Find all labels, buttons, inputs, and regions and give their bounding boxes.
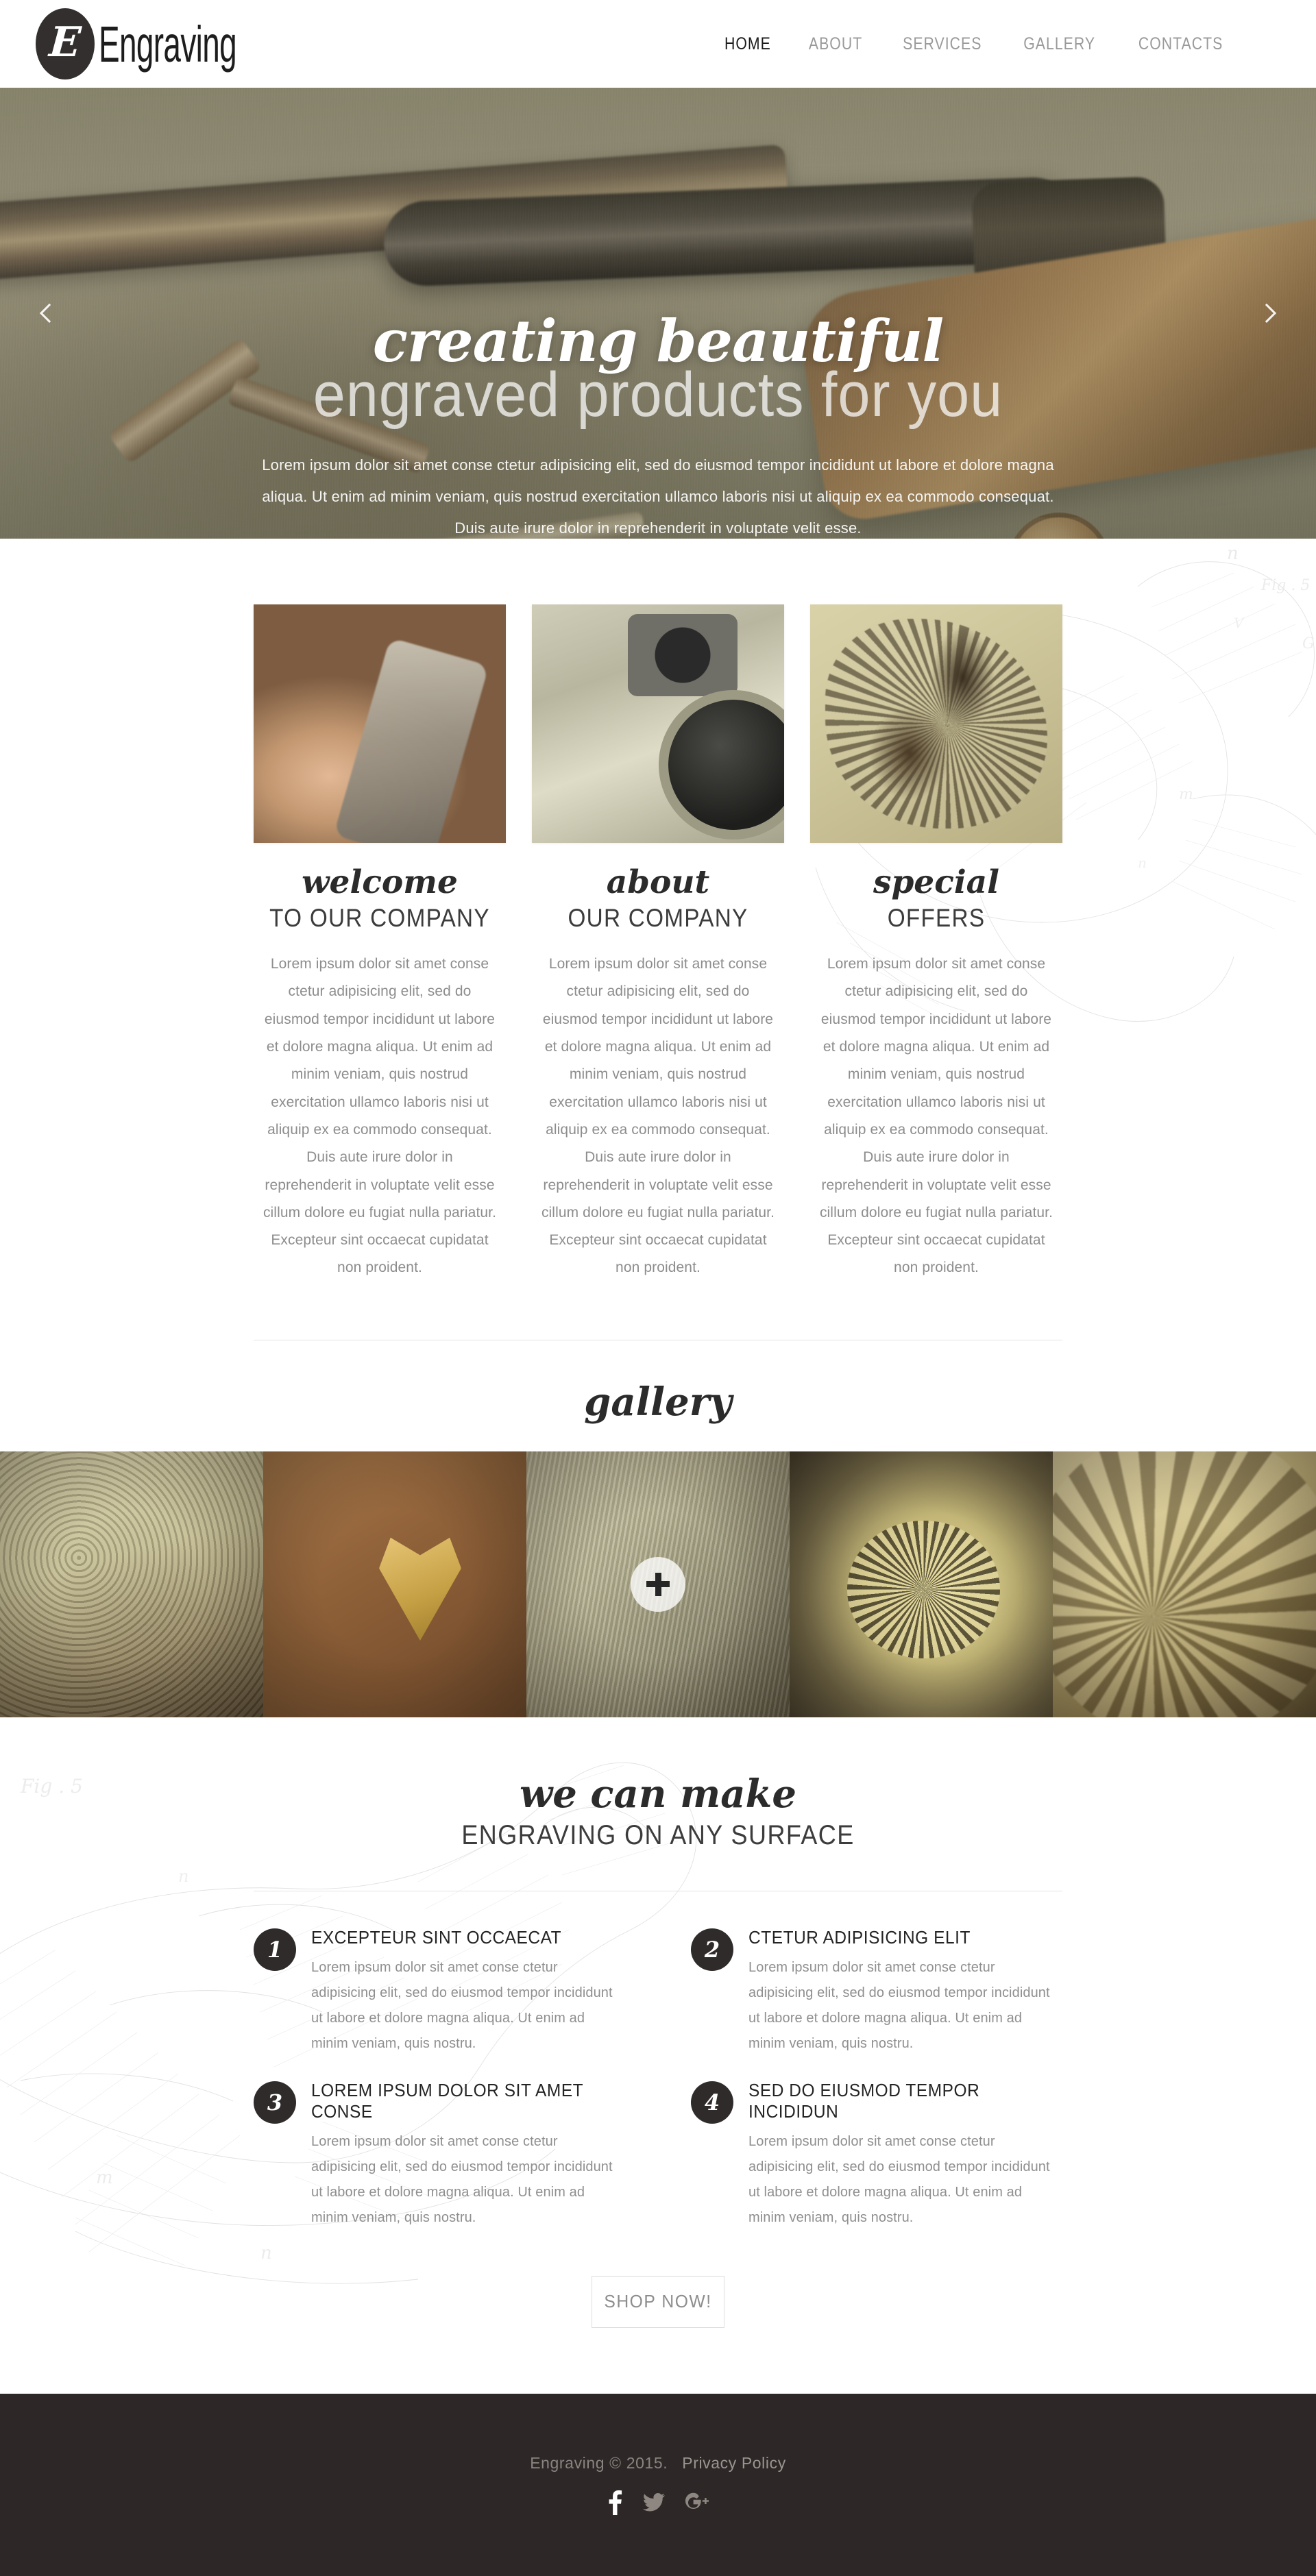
hero-slider: creating beautiful engraved products for… [0, 88, 1316, 539]
make-item-number: 3 [254, 2081, 296, 2124]
make-item-number: 2 [691, 1928, 733, 1971]
make-item-number: 1 [254, 1928, 296, 1971]
feature-columns: welcome TO OUR COMPANY Lorem ipsum dolor… [254, 604, 1062, 1282]
feature-image-welcome[interactable] [254, 604, 506, 843]
logo-badge-icon: E [36, 8, 95, 79]
svg-text:Fig . 5: Fig . 5 [1260, 577, 1310, 594]
make-item: 4 SED DO EIUSMOD TEMPOR INCIDIDUN Lorem … [691, 2080, 1062, 2231]
footer-copyright: Engraving © 2015. [530, 2454, 668, 2473]
feature-column: about OUR COMPANY Lorem ipsum dolor sit … [532, 604, 784, 1282]
make-item-body: Lorem ipsum dolor sit amet conse ctetur … [748, 2133, 1050, 2225]
feature-title: special [873, 863, 999, 901]
feature-subtitle: OFFERS [887, 904, 986, 932]
make-title: we can make [520, 1771, 796, 1817]
privacy-policy-link[interactable]: Privacy Policy [682, 2454, 786, 2472]
svg-text:n: n [178, 1867, 188, 1886]
site-header: E Engraving HOME ABOUT SERVICES GALLERY … [0, 0, 1316, 88]
gallery-item[interactable] [790, 1451, 1053, 1717]
logo-monogram: E [47, 19, 83, 66]
features-section: n Fig . 5 Fig G V m n welcome TO OUR COM… [0, 539, 1316, 1340]
social-links [607, 2490, 709, 2516]
make-item-title: SED DO EIUSMOD TEMPOR INCIDIDUN [748, 2079, 980, 2122]
nav-item-services[interactable]: SERVICES [890, 34, 994, 54]
make-item-body: Lorem ipsum dolor sit amet conse ctetur … [311, 2133, 613, 2225]
make-items-grid: 1 EXCEPTEUR SINT OCCAECAT Lorem ipsum do… [254, 1927, 1062, 2231]
nav-item-gallery[interactable]: GALLERY [1012, 34, 1108, 54]
google-plus-icon[interactable] [685, 2492, 709, 2513]
plus-icon[interactable] [631, 1556, 685, 1612]
svg-text:n: n [260, 2243, 272, 2264]
feature-column: welcome TO OUR COMPANY Lorem ipsum dolor… [254, 604, 506, 1282]
feature-body: Lorem ipsum dolor sit amet conse ctetur … [819, 956, 1053, 1276]
feature-image-special[interactable] [810, 604, 1062, 843]
make-item: 2 CTETUR ADIPISICING ELIT Lorem ipsum do… [691, 1927, 1062, 2057]
make-item-title: LOREM IPSUM DOLOR SIT AMET CONSE [311, 2079, 583, 2122]
nav-item-contacts[interactable]: CONTACTS [1126, 34, 1235, 54]
svg-text:m: m [1179, 786, 1193, 803]
site-footer: Engraving © 2015. Privacy Policy [0, 2393, 1316, 2576]
make-item-title: CTETUR ADIPISICING ELIT [748, 1926, 971, 1948]
gallery-title: gallery [584, 1379, 732, 1425]
feature-body: Lorem ipsum dolor sit amet conse ctetur … [263, 956, 497, 1276]
make-item-number: 4 [691, 2081, 733, 2124]
nav-item-about[interactable]: ABOUT [796, 34, 875, 54]
make-item-body: Lorem ipsum dolor sit amet conse ctetur … [748, 1959, 1050, 2051]
svg-text:V: V [1234, 615, 1245, 631]
feature-title: welcome [302, 863, 458, 901]
footer-copyright-row: Engraving © 2015. Privacy Policy [530, 2454, 786, 2473]
feature-subtitle: OUR COMPANY [568, 904, 748, 932]
gallery-grid [0, 1451, 1316, 1717]
shop-now-button[interactable]: SHOP NOW! [592, 2275, 724, 2328]
svg-text:G: G [1302, 635, 1315, 652]
svg-text:n: n [1138, 855, 1147, 871]
gallery-item[interactable] [526, 1451, 790, 1717]
hero-description: Lorem ipsum dolor sit amet conse ctetur … [262, 456, 1054, 537]
feature-image-about[interactable] [532, 604, 784, 843]
feature-column: special OFFERS Lorem ipsum dolor sit ame… [810, 604, 1062, 1282]
nav-item-home[interactable]: HOME [712, 34, 783, 54]
hero-subtitle: engraved products for you [313, 360, 1003, 430]
gallery-section: gallery [0, 1340, 1316, 1717]
svg-text:m: m [96, 2168, 113, 2188]
logo-text: Engraving [99, 15, 237, 73]
main-navigation: HOME ABOUT SERVICES GALLERY CONTACTS [706, 34, 1245, 54]
feature-subtitle: TO OUR COMPANY [269, 904, 490, 932]
make-item-title: EXCEPTEUR SINT OCCAECAT [311, 1926, 562, 1948]
gallery-item[interactable] [0, 1451, 263, 1717]
gallery-item[interactable] [263, 1451, 526, 1717]
feature-body: Lorem ipsum dolor sit amet conse ctetur … [541, 956, 775, 1276]
brand-logo[interactable]: E Engraving [36, 8, 321, 79]
feature-title: about [606, 863, 710, 901]
facebook-icon[interactable] [607, 2490, 622, 2516]
make-subtitle: ENGRAVING ON ANY SURFACE [461, 1819, 855, 1850]
we-can-make-section: Fig . 5 g i m n n we can make ENGRAVING … [0, 1717, 1316, 2394]
make-item: 3 LOREM IPSUM DOLOR SIT AMET CONSE Lorem… [254, 2080, 625, 2231]
make-item-body: Lorem ipsum dolor sit amet conse ctetur … [311, 1959, 613, 2051]
chevron-right-icon[interactable] [1247, 294, 1286, 332]
chevron-left-icon[interactable] [30, 294, 69, 332]
page-root: E Engraving HOME ABOUT SERVICES GALLERY … [0, 0, 1316, 2576]
svg-text:n: n [1227, 543, 1239, 564]
gallery-item[interactable] [1053, 1451, 1316, 1717]
make-item: 1 EXCEPTEUR SINT OCCAECAT Lorem ipsum do… [254, 1927, 625, 2057]
twitter-icon[interactable] [643, 2493, 665, 2512]
